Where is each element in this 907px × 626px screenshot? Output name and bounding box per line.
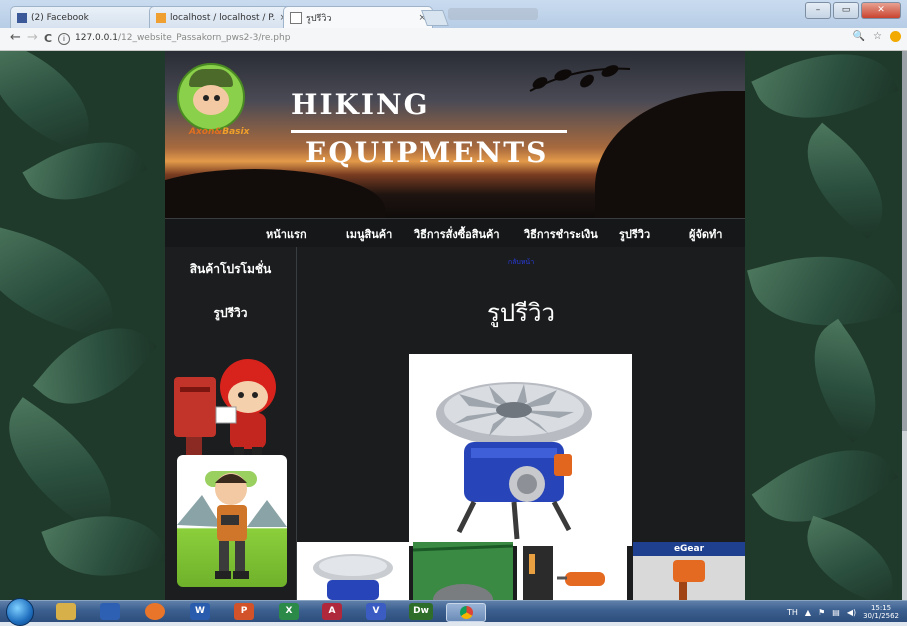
scrollbar-thumb[interactable] (902, 51, 907, 431)
leaf-decoration (788, 318, 902, 444)
clock[interactable]: 15:15 30/1/2562 (863, 604, 899, 620)
tab-title: localhost / localhost / P... (170, 12, 276, 23)
hiker-mascot-image (177, 455, 287, 587)
banner-title-line1: HIKING (291, 88, 430, 121)
facebook-favicon-icon (17, 12, 27, 23)
logo-face (193, 85, 229, 115)
powerpoint-app-icon[interactable]: P (234, 603, 254, 620)
volume-icon[interactable]: ◀) (847, 608, 856, 617)
network-icon[interactable]: ▤ (832, 608, 840, 617)
leaves-silhouette-icon (529, 65, 631, 92)
leaf-decoration (783, 122, 907, 240)
start-button[interactable] (6, 598, 34, 626)
sidebar-item-reviews[interactable]: รูปรีวิว (165, 304, 296, 323)
hill-silhouette (595, 91, 745, 218)
url-input[interactable]: i 127.0.0.1/12_website_Passakorn_pws2-3/… (58, 30, 848, 47)
tab-title: (2) Facebook (31, 12, 89, 23)
mailbox-mascot-image (174, 359, 276, 459)
review-thumbnails: eGear (297, 542, 745, 600)
page-viewport: Axon&Basix HIKING EQUIPMENTS หน้าแรก เมน… (0, 51, 907, 600)
excel-app-icon[interactable]: X (279, 603, 299, 620)
maximize-button[interactable]: ▭ (833, 2, 859, 19)
tab-review-page[interactable]: รูปรีวิว × (283, 6, 433, 28)
media-player-app-icon[interactable] (100, 603, 120, 620)
explorer-app-icon[interactable] (56, 603, 76, 620)
leaf-decoration (0, 51, 110, 154)
page-scrollbar[interactable] (902, 51, 907, 600)
main-navigation: หน้าแรก เมนูสินค้า วิธีการสั่งซื้อสินค้า… (165, 218, 745, 248)
clock-date: 30/1/2562 (863, 612, 899, 620)
visio-app-icon[interactable]: V (366, 603, 386, 620)
chrome-app-icon[interactable] (446, 603, 486, 622)
page-title: รูปรีวิว (487, 299, 555, 327)
tray-expand-icon[interactable]: ▲ (805, 608, 811, 617)
site-info-icon[interactable]: i (58, 32, 70, 45)
tab-phpmyadmin[interactable]: localhost / localhost / P... × (149, 6, 294, 28)
hill-silhouette (165, 169, 385, 218)
window-title-blur (448, 8, 538, 20)
site-logo[interactable]: Axon&Basix (177, 63, 249, 137)
dreamweaver-app-icon[interactable]: Dw (409, 603, 433, 620)
tab-title: รูปรีวิว (306, 13, 332, 24)
main-content: กลับหน้า รูปรีวิว eGear (297, 247, 745, 600)
url-path: /12_website_Passakorn_pws2-3/re.php (117, 33, 291, 43)
banner-title-line2: EQUIPMENTS (305, 136, 549, 169)
logo-eye (203, 95, 209, 101)
firefox-app-icon[interactable] (145, 603, 165, 620)
nav-home[interactable]: หน้าแรก (266, 225, 307, 243)
system-tray: TH ▲ ⚑ ▤ ◀) 15:15 30/1/2562 (787, 604, 899, 620)
close-window-button[interactable]: ✕ (861, 2, 901, 19)
phpmyadmin-favicon-icon (156, 12, 166, 23)
forward-arrow-icon[interactable]: → (27, 30, 38, 45)
featured-review-image[interactable] (409, 354, 632, 546)
address-bar-row: ← → C i 127.0.0.1/12_website_Passakorn_p… (0, 28, 907, 51)
back-link[interactable]: กลับหน้า (297, 257, 745, 268)
word-app-icon[interactable]: W (190, 603, 210, 620)
leaf-decoration (0, 222, 128, 340)
zoom-icon[interactable]: 🔍 (853, 31, 865, 42)
windows-taskbar: W P X A V Dw TH ▲ ⚑ ▤ ◀) 15:15 30/1/2562 (0, 598, 907, 626)
logo-eye (214, 95, 220, 101)
nav-how-to-pay[interactable]: วิธีการชำระเงิน (524, 225, 598, 243)
browser-tab-strip: (2) Facebook × localhost / localhost / P… (0, 0, 907, 28)
site-container: Axon&Basix HIKING EQUIPMENTS หน้าแรก เมน… (165, 51, 745, 600)
minimize-button[interactable]: – (805, 2, 831, 19)
clock-time: 15:15 (870, 604, 892, 612)
header-banner: Axon&Basix HIKING EQUIPMENTS (165, 51, 745, 218)
leaf-decoration (0, 397, 138, 535)
access-app-icon[interactable]: A (322, 603, 342, 620)
banner-divider (291, 130, 567, 133)
sidebar-item-promotions[interactable]: สินค้าโปรโมชั่น (165, 260, 296, 279)
leaf-decoration (792, 515, 907, 600)
nav-about[interactable]: ผู้จัดทำ (689, 225, 722, 243)
page-favicon-icon (290, 11, 302, 24)
review-thumbnail[interactable] (297, 542, 409, 600)
review-thumbnail[interactable] (413, 542, 513, 600)
sidebar: สินค้าโปรโมชั่น รูปรีวิว (165, 247, 297, 600)
nav-products-menu[interactable]: เมนูสินค้า (346, 225, 392, 243)
new-tab-button[interactable] (421, 10, 449, 26)
bookmark-star-icon[interactable]: ☆ (873, 31, 882, 42)
extension-icon[interactable] (890, 31, 901, 42)
chrome-logo-icon (459, 606, 473, 619)
window-controls: – ▭ ✕ (805, 2, 901, 19)
logo-text: Axon&Basix (189, 127, 250, 137)
flag-icon[interactable]: ⚑ (818, 608, 825, 617)
reload-icon[interactable]: C (44, 32, 52, 45)
nav-how-to-order[interactable]: วิธีการสั่งซื้อสินค้า (414, 225, 500, 243)
review-thumbnail[interactable] (517, 542, 627, 600)
nav-reviews[interactable]: รูปรีวิว (619, 225, 650, 243)
url-host: 127.0.0.1 (75, 33, 118, 43)
language-indicator[interactable]: TH (787, 608, 798, 617)
back-arrow-icon[interactable]: ← (10, 30, 21, 45)
address-bar-actions: 🔍 ☆ (853, 31, 901, 42)
review-thumbnail[interactable]: eGear (633, 542, 745, 600)
